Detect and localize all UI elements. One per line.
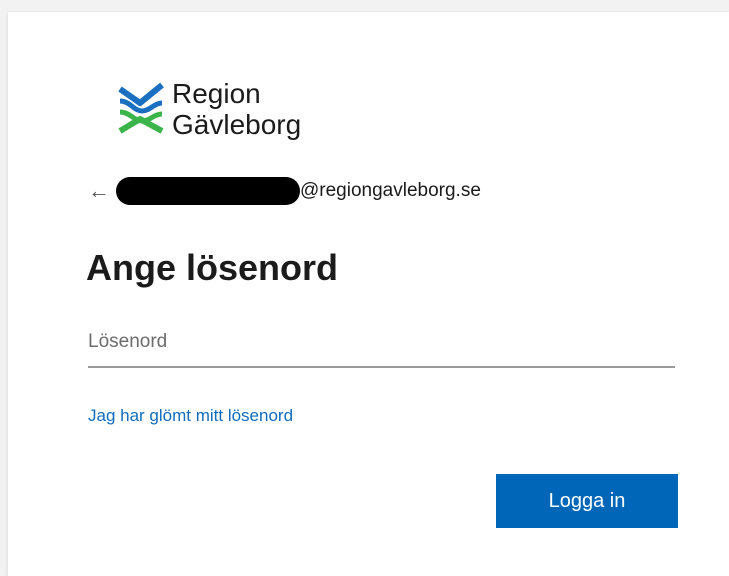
region-gavleborg-logo: Region Gävleborg — [118, 78, 301, 140]
signin-card: Region Gävleborg ← @regiongavleborg.se A… — [8, 12, 729, 576]
email-domain: @regiongavleborg.se — [300, 180, 481, 201]
password-input[interactable] — [88, 320, 675, 364]
arrow-left-icon[interactable]: ← — [88, 180, 114, 202]
identity-banner: ← @regiongavleborg.se — [88, 176, 481, 206]
redacted-username — [116, 177, 300, 205]
signin-button[interactable]: Logga in — [496, 474, 678, 528]
password-field-wrapper — [88, 320, 675, 368]
logo-line-2: Gävleborg — [172, 109, 302, 140]
forgot-password-link[interactable]: Jag har glömt mitt lösenord — [88, 406, 293, 426]
logo-text: Region Gävleborg — [172, 78, 301, 140]
logo-line-1: Region — [172, 78, 261, 109]
page-title: Ange lösenord — [86, 247, 339, 288]
region-logo-mark-icon — [118, 82, 164, 134]
